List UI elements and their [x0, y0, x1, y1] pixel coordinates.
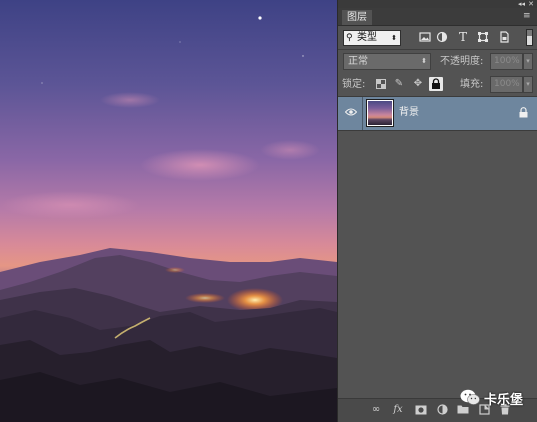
- lock-position-icon[interactable]: ✥: [411, 77, 425, 91]
- type-layer-filter-icon[interactable]: T: [457, 31, 469, 43]
- wechat-logo-icon: [460, 389, 480, 405]
- link-layers-icon[interactable]: ∞: [369, 404, 383, 416]
- panel-header-strip: ◂◂ ✕: [338, 0, 537, 8]
- lock-row: 锁定: ✎ ✥ 填充: 100% ▾: [338, 73, 537, 97]
- lock-label: 锁定:: [342, 79, 366, 90]
- eye-icon: [345, 108, 357, 116]
- fx-icon[interactable]: fx: [391, 404, 405, 416]
- layer-lock-icon[interactable]: [519, 107, 528, 118]
- opacity-input[interactable]: 100%: [490, 53, 523, 70]
- document-canvas[interactable]: [0, 0, 337, 422]
- lock-transparent-pixels-icon[interactable]: [374, 77, 388, 91]
- adjustment-layer-icon[interactable]: [435, 404, 449, 416]
- layer-visibility-toggle[interactable]: [340, 97, 363, 130]
- fill-label: 填充:: [460, 79, 484, 90]
- layer-name[interactable]: 背景: [399, 106, 419, 120]
- fill-input[interactable]: 100%: [490, 76, 523, 93]
- layer-filter-row: ⚲ 类型 ⬍ T: [338, 26, 537, 50]
- search-icon: ⚲: [346, 33, 353, 43]
- layers-panel: ◂◂ ✕ 图层 ≡ ⚲ 类型 ⬍ T 正常 ⬍ 不透明度: 100% ▾ 锁定:…: [337, 0, 537, 422]
- tab-layers[interactable]: 图层: [342, 10, 372, 25]
- filter-kind-label: 类型: [357, 32, 377, 43]
- add-mask-icon[interactable]: [414, 404, 428, 416]
- panel-tab-bar: 图层 ≡: [338, 8, 537, 26]
- image-layer-filter-icon[interactable]: [419, 31, 431, 43]
- blend-mode-select[interactable]: 正常 ⬍: [343, 53, 431, 70]
- lock-image-pixels-icon[interactable]: ✎: [392, 77, 406, 91]
- opacity-label: 不透明度:: [440, 56, 484, 67]
- layer-row-background[interactable]: 背景: [338, 96, 537, 131]
- layer-thumbnail: [366, 99, 394, 127]
- watermark-text: 卡乐堡: [484, 393, 524, 408]
- chevron-updown-icon: ⬍: [421, 57, 427, 65]
- filter-toggle-switch[interactable]: [526, 29, 533, 46]
- smart-object-filter-icon[interactable]: [498, 31, 510, 43]
- blend-mode-value: 正常: [348, 56, 368, 67]
- shape-layer-filter-icon[interactable]: [477, 31, 489, 43]
- chevron-updown-icon: ⬍: [391, 34, 397, 42]
- lock-all-icon[interactable]: [429, 77, 443, 91]
- blend-row: 正常 ⬍ 不透明度: 100% ▾: [338, 50, 537, 73]
- collapse-panel-icon[interactable]: ◂◂: [518, 0, 525, 8]
- fill-dropdown-button[interactable]: ▾: [523, 76, 533, 93]
- adjustment-layer-filter-icon[interactable]: [436, 31, 448, 43]
- close-panel-icon[interactable]: ✕: [528, 0, 534, 8]
- opacity-dropdown-button[interactable]: ▾: [523, 53, 533, 70]
- landscape-photo: [0, 0, 337, 422]
- filter-kind-select[interactable]: ⚲ 类型 ⬍: [343, 30, 401, 46]
- panel-menu-icon[interactable]: ≡: [523, 11, 533, 21]
